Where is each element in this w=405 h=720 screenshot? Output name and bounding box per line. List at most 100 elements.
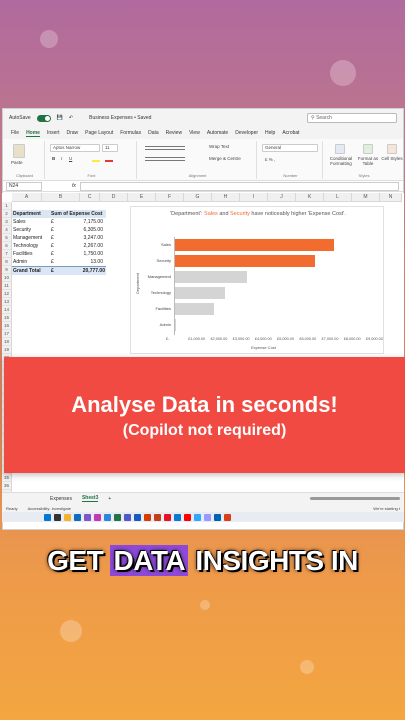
font-size-select[interactable]: 11 — [102, 144, 118, 152]
pivot-row-currency[interactable]: £ — [50, 258, 58, 266]
taskbar-app-icon[interactable] — [194, 513, 201, 521]
column-header[interactable]: K — [296, 193, 324, 202]
save-icon[interactable]: 💾 — [57, 115, 63, 121]
pivot-grand-total-value[interactable]: 20,777.00 — [58, 266, 106, 275]
pivot-row-currency[interactable]: £ — [50, 234, 58, 242]
row-header[interactable]: 2 — [2, 210, 12, 218]
paste-icon[interactable] — [13, 144, 25, 158]
taskbar-app-icon[interactable] — [164, 513, 171, 521]
row-header[interactable]: 19 — [2, 346, 12, 354]
column-header[interactable]: J — [268, 193, 296, 202]
taskbar-app-icon[interactable] — [84, 513, 91, 521]
row-header[interactable]: 11 — [2, 282, 12, 290]
horizontal-scrollbar[interactable] — [310, 497, 400, 500]
pivot-row-value[interactable]: 3,247.00 — [58, 234, 104, 242]
pivot-header-department[interactable]: Department — [12, 210, 50, 218]
menu-tab-acrobat[interactable]: Acrobat — [282, 130, 299, 136]
taskbar-app-icon[interactable] — [174, 513, 181, 521]
pivot-row-label[interactable]: Admin — [12, 258, 50, 266]
taskbar-app-icon[interactable] — [44, 513, 51, 521]
menu-tab-review[interactable]: Review — [166, 130, 182, 136]
taskbar-app-icon[interactable] — [64, 513, 71, 521]
pivot-row-value[interactable]: 6,305.00 — [58, 226, 104, 234]
bar-facilities[interactable] — [175, 303, 214, 315]
column-header[interactable]: L — [324, 193, 352, 202]
search-input[interactable]: ⚲ Search — [307, 113, 397, 123]
menu-tab-data[interactable]: Data — [148, 130, 159, 136]
autosave-toggle[interactable] — [36, 114, 51, 122]
row-header[interactable]: 7 — [2, 250, 12, 258]
menu-tab-insert[interactable]: Insert — [47, 130, 60, 136]
conditional-formatting-icon[interactable] — [335, 144, 345, 154]
bold-icon[interactable]: B — [52, 156, 55, 161]
menu-tab-home[interactable]: Home — [26, 130, 40, 137]
taskbar-app-icon[interactable] — [154, 513, 161, 521]
undo-icon[interactable]: ↶ — [69, 115, 73, 121]
pivot-row-label[interactable]: Management — [12, 234, 50, 242]
column-header[interactable]: F — [156, 193, 184, 202]
pivot-row-label[interactable]: Facilities — [12, 250, 50, 258]
bar-admin[interactable] — [175, 319, 176, 331]
column-header[interactable]: I — [240, 193, 268, 202]
row-header[interactable]: 10 — [2, 274, 12, 282]
underline-icon[interactable]: U — [69, 156, 72, 161]
align-icon[interactable] — [145, 146, 185, 150]
taskbar-app-icon[interactable] — [214, 513, 221, 521]
pivot-row-label[interactable]: Security — [12, 226, 50, 234]
add-sheet-button[interactable]: + — [108, 496, 111, 502]
bar-technology[interactable] — [175, 287, 226, 299]
pivot-row-currency[interactable]: £ — [50, 242, 58, 250]
font-name-select[interactable]: Aptos Narrow — [50, 144, 100, 152]
currency-icon[interactable]: £ % , — [265, 157, 275, 162]
row-header[interactable]: 16 — [2, 322, 12, 330]
taskbar-app-icon[interactable] — [124, 513, 131, 521]
pivot-row-value[interactable]: 7,175.00 — [58, 218, 104, 226]
menu-tab-developer[interactable]: Developer — [235, 130, 258, 136]
pivot-row-value[interactable]: 2,267.00 — [58, 242, 104, 250]
row-header[interactable]: 3 — [2, 218, 12, 226]
bar-management[interactable] — [175, 271, 248, 283]
accessibility-status[interactable]: Accessibility: Investigate — [28, 506, 71, 511]
pivot-row-label[interactable]: Technology — [12, 242, 50, 250]
pivot-row-currency[interactable]: £ — [50, 218, 58, 226]
taskbar-app-icon[interactable] — [104, 513, 111, 521]
row-header[interactable]: 14 — [2, 306, 12, 314]
row-header[interactable]: 36 — [2, 482, 12, 490]
column-header[interactable]: N — [380, 193, 402, 202]
paste-button[interactable]: Paste — [11, 160, 23, 165]
column-header[interactable]: H — [212, 193, 240, 202]
column-header[interactable]: A — [12, 193, 42, 202]
pivot-row-currency[interactable]: £ — [50, 226, 58, 234]
column-header[interactable]: D — [100, 193, 128, 202]
pivot-row-value[interactable]: 1,750.00 — [58, 250, 104, 258]
fill-color-icon[interactable] — [92, 156, 100, 162]
taskbar-app-icon[interactable] — [54, 513, 61, 521]
row-header[interactable]: 9 — [2, 266, 12, 274]
row-header[interactable]: 17 — [2, 330, 12, 338]
conditional-formatting-button[interactable]: Conditional Formatting — [327, 156, 355, 166]
menu-tab-view[interactable]: View — [189, 130, 200, 136]
taskbar-app-icon[interactable] — [224, 513, 231, 521]
column-header[interactable]: E — [128, 193, 156, 202]
row-header[interactable]: 8 — [2, 258, 12, 266]
menu-tab-automate[interactable]: Automate — [207, 130, 228, 136]
menu-tab-draw[interactable]: Draw — [66, 130, 78, 136]
pivot-grand-total-currency[interactable]: £ — [50, 266, 58, 275]
taskbar-app-icon[interactable] — [144, 513, 151, 521]
row-header[interactable]: 35 — [2, 474, 12, 482]
format-as-table-button[interactable]: Format as Table — [355, 156, 381, 166]
font-color-icon[interactable] — [105, 156, 113, 162]
taskbar-app-icon[interactable] — [184, 513, 191, 521]
wrap-text-button[interactable]: Wrap Text — [209, 144, 229, 149]
taskbar-app-icon[interactable] — [94, 513, 101, 521]
taskbar-app-icon[interactable] — [114, 513, 121, 521]
pivot-header-sum[interactable]: Sum of Expense Cost — [50, 210, 106, 218]
column-header[interactable]: B — [42, 193, 80, 202]
sheet-tab-sheet3[interactable]: Sheet3 — [81, 495, 99, 502]
pivot-row-label[interactable]: Sales — [12, 218, 50, 226]
align-center-icon[interactable] — [145, 157, 185, 161]
row-header[interactable]: 4 — [2, 226, 12, 234]
row-header[interactable]: 6 — [2, 242, 12, 250]
menu-tab-file[interactable]: File — [11, 130, 19, 136]
pivot-row-currency[interactable]: £ — [50, 250, 58, 258]
